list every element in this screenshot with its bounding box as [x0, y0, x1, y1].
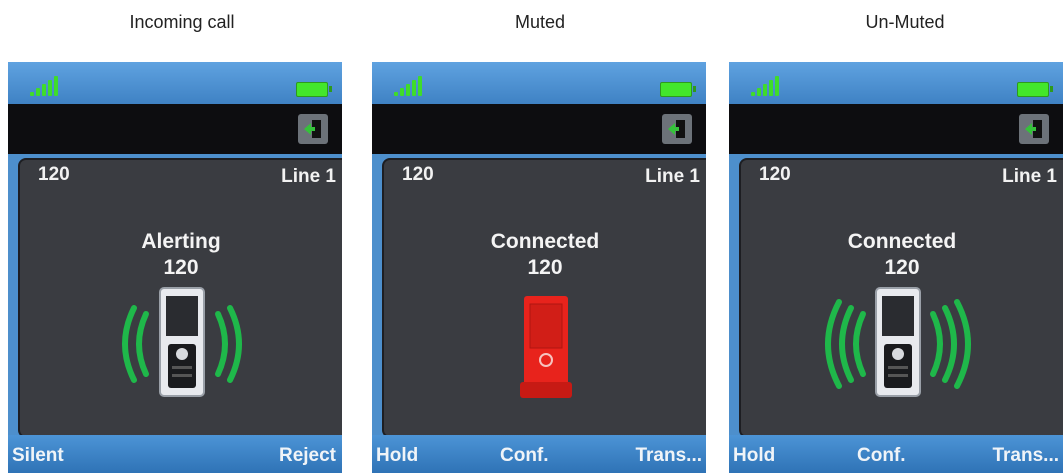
signal-strength-icon — [30, 74, 64, 96]
caption-unmuted: Un-Muted — [865, 12, 945, 32]
caption-muted: Muted — [514, 12, 566, 32]
line-label: Line 1 — [645, 166, 700, 187]
call-panel: 120 Line 1 Alerting 120 — [18, 158, 342, 438]
softkey-hold[interactable]: Hold — [733, 445, 775, 467]
own-extension: 120 — [402, 164, 434, 185]
phone-screen-incoming: 120 Line 1 Alerting 120 Silent Reject — [8, 62, 342, 473]
softkey-hold[interactable]: Hold — [376, 445, 418, 467]
own-extension: 120 — [38, 164, 70, 185]
status-bar — [8, 62, 342, 104]
exit-button[interactable] — [1019, 114, 1049, 144]
battery-icon — [296, 82, 332, 97]
line-label: Line 1 — [281, 166, 336, 187]
caller-number: 120 — [527, 256, 563, 279]
softkey-conf[interactable]: Conf. — [500, 445, 549, 467]
muted-handset-icon — [520, 296, 572, 398]
top-bar — [372, 104, 706, 154]
softkey-transfer[interactable]: Trans... — [992, 445, 1059, 467]
softkey-silent[interactable]: Silent — [12, 445, 64, 467]
call-state: Alerting — [141, 230, 221, 253]
status-bar — [729, 62, 1063, 104]
ringing-handset-icon — [122, 287, 242, 397]
signal-strength-icon — [394, 74, 428, 96]
exit-door-icon — [668, 120, 685, 138]
call-state: Connected — [490, 230, 600, 253]
exit-door-icon — [304, 120, 321, 138]
signal-strength-icon — [751, 74, 785, 96]
top-bar — [8, 104, 342, 154]
exit-button[interactable] — [298, 114, 328, 144]
call-state: Connected — [847, 230, 957, 253]
phone-screen-muted: 120 Line 1 Connected 120 Hold Conf. Tran… — [372, 62, 706, 473]
softkey-transfer[interactable]: Trans... — [635, 445, 702, 467]
caller-number: 120 — [884, 256, 920, 279]
exit-button[interactable] — [662, 114, 692, 144]
status-bar — [372, 62, 706, 104]
own-extension: 120 — [759, 164, 791, 185]
battery-icon — [660, 82, 696, 97]
battery-icon — [1017, 82, 1053, 97]
caller-number: 120 — [163, 256, 199, 279]
softkey-bar: Silent Reject — [8, 435, 342, 473]
phone-screen-unmuted: 120 Line 1 Connected 120 Hold Conf. Tran… — [729, 62, 1063, 473]
top-bar — [729, 104, 1063, 154]
line-label: Line 1 — [1002, 166, 1057, 187]
call-panel: 120 Line 1 Connected 120 — [382, 158, 706, 438]
exit-door-icon — [1025, 120, 1042, 138]
call-panel: 120 Line 1 Connected 120 — [739, 158, 1063, 438]
softkey-conf[interactable]: Conf. — [857, 445, 906, 467]
caption-incoming-call: Incoming call — [129, 12, 235, 32]
ringing-handset-icon — [825, 287, 971, 397]
softkey-bar: Hold Conf. Trans... — [372, 435, 706, 473]
softkey-reject[interactable]: Reject — [279, 445, 336, 467]
softkey-bar: Hold Conf. Trans... — [729, 435, 1063, 473]
